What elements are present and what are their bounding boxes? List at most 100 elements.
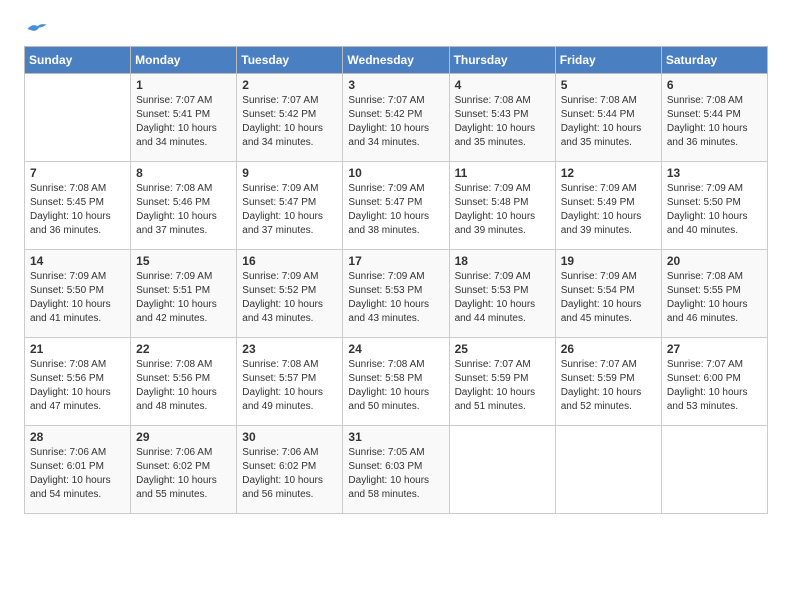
day-number: 23 — [242, 342, 337, 356]
day-sunset: Sunset: 5:54 PM — [561, 285, 635, 296]
day-daylight: Daylight: 10 hours and 42 minutes. — [136, 299, 217, 324]
calendar-day-cell: 6 Sunrise: 7:08 AM Sunset: 5:44 PM Dayli… — [661, 74, 767, 162]
day-sunset: Sunset: 5:43 PM — [455, 109, 529, 120]
day-number: 21 — [30, 342, 125, 356]
day-number: 15 — [136, 254, 231, 268]
day-sunrise: Sunrise: 7:07 AM — [242, 95, 318, 106]
day-number: 14 — [30, 254, 125, 268]
day-sunset: Sunset: 5:50 PM — [30, 285, 104, 296]
calendar-day-cell: 12 Sunrise: 7:09 AM Sunset: 5:49 PM Dayl… — [555, 162, 661, 250]
weekday-header-cell: Sunday — [25, 47, 131, 74]
calendar-day-cell — [661, 426, 767, 514]
day-sunset: Sunset: 5:44 PM — [561, 109, 635, 120]
day-number: 16 — [242, 254, 337, 268]
calendar-day-cell: 26 Sunrise: 7:07 AM Sunset: 5:59 PM Dayl… — [555, 338, 661, 426]
day-daylight: Daylight: 10 hours and 34 minutes. — [348, 123, 429, 148]
logo-bird-icon — [26, 20, 48, 38]
day-sunrise: Sunrise: 7:09 AM — [348, 183, 424, 194]
calendar-day-cell: 1 Sunrise: 7:07 AM Sunset: 5:41 PM Dayli… — [131, 74, 237, 162]
day-sunrise: Sunrise: 7:07 AM — [348, 95, 424, 106]
calendar-day-cell: 13 Sunrise: 7:09 AM Sunset: 5:50 PM Dayl… — [661, 162, 767, 250]
day-sunrise: Sunrise: 7:08 AM — [242, 359, 318, 370]
day-sunrise: Sunrise: 7:08 AM — [136, 183, 212, 194]
day-sunset: Sunset: 5:51 PM — [136, 285, 210, 296]
day-daylight: Daylight: 10 hours and 37 minutes. — [136, 211, 217, 236]
calendar-day-cell: 14 Sunrise: 7:09 AM Sunset: 5:50 PM Dayl… — [25, 250, 131, 338]
calendar-day-cell — [25, 74, 131, 162]
day-daylight: Daylight: 10 hours and 47 minutes. — [30, 387, 111, 412]
calendar-day-cell: 7 Sunrise: 7:08 AM Sunset: 5:45 PM Dayli… — [25, 162, 131, 250]
weekday-header-cell: Wednesday — [343, 47, 449, 74]
day-daylight: Daylight: 10 hours and 43 minutes. — [348, 299, 429, 324]
day-sunset: Sunset: 5:42 PM — [242, 109, 316, 120]
calendar-day-cell: 17 Sunrise: 7:09 AM Sunset: 5:53 PM Dayl… — [343, 250, 449, 338]
day-sunset: Sunset: 5:59 PM — [455, 373, 529, 384]
day-daylight: Daylight: 10 hours and 55 minutes. — [136, 475, 217, 500]
weekday-header-row: SundayMondayTuesdayWednesdayThursdayFrid… — [25, 47, 768, 74]
day-sunset: Sunset: 5:56 PM — [30, 373, 104, 384]
calendar-day-cell: 16 Sunrise: 7:09 AM Sunset: 5:52 PM Dayl… — [237, 250, 343, 338]
day-sunset: Sunset: 6:01 PM — [30, 461, 104, 472]
day-number: 27 — [667, 342, 762, 356]
calendar-week-row: 21 Sunrise: 7:08 AM Sunset: 5:56 PM Dayl… — [25, 338, 768, 426]
calendar-table: SundayMondayTuesdayWednesdayThursdayFrid… — [24, 46, 768, 514]
day-daylight: Daylight: 10 hours and 34 minutes. — [242, 123, 323, 148]
day-sunrise: Sunrise: 7:09 AM — [667, 183, 743, 194]
day-number: 17 — [348, 254, 443, 268]
day-number: 28 — [30, 430, 125, 444]
calendar-day-cell: 10 Sunrise: 7:09 AM Sunset: 5:47 PM Dayl… — [343, 162, 449, 250]
weekday-header-cell: Thursday — [449, 47, 555, 74]
day-sunset: Sunset: 5:44 PM — [667, 109, 741, 120]
day-number: 30 — [242, 430, 337, 444]
day-daylight: Daylight: 10 hours and 51 minutes. — [455, 387, 536, 412]
calendar-day-cell: 18 Sunrise: 7:09 AM Sunset: 5:53 PM Dayl… — [449, 250, 555, 338]
calendar-day-cell: 8 Sunrise: 7:08 AM Sunset: 5:46 PM Dayli… — [131, 162, 237, 250]
calendar-day-cell: 19 Sunrise: 7:09 AM Sunset: 5:54 PM Dayl… — [555, 250, 661, 338]
calendar-day-cell: 5 Sunrise: 7:08 AM Sunset: 5:44 PM Dayli… — [555, 74, 661, 162]
day-sunrise: Sunrise: 7:07 AM — [136, 95, 212, 106]
calendar-week-row: 7 Sunrise: 7:08 AM Sunset: 5:45 PM Dayli… — [25, 162, 768, 250]
day-daylight: Daylight: 10 hours and 34 minutes. — [136, 123, 217, 148]
day-sunset: Sunset: 5:41 PM — [136, 109, 210, 120]
calendar-day-cell: 21 Sunrise: 7:08 AM Sunset: 5:56 PM Dayl… — [25, 338, 131, 426]
day-number: 3 — [348, 78, 443, 92]
day-sunrise: Sunrise: 7:08 AM — [667, 95, 743, 106]
logo — [24, 20, 48, 34]
day-daylight: Daylight: 10 hours and 36 minutes. — [30, 211, 111, 236]
calendar-day-cell: 11 Sunrise: 7:09 AM Sunset: 5:48 PM Dayl… — [449, 162, 555, 250]
day-number: 6 — [667, 78, 762, 92]
day-daylight: Daylight: 10 hours and 56 minutes. — [242, 475, 323, 500]
day-daylight: Daylight: 10 hours and 48 minutes. — [136, 387, 217, 412]
day-number: 19 — [561, 254, 656, 268]
day-daylight: Daylight: 10 hours and 38 minutes. — [348, 211, 429, 236]
day-daylight: Daylight: 10 hours and 37 minutes. — [242, 211, 323, 236]
calendar-day-cell: 3 Sunrise: 7:07 AM Sunset: 5:42 PM Dayli… — [343, 74, 449, 162]
day-sunrise: Sunrise: 7:06 AM — [136, 447, 212, 458]
day-sunrise: Sunrise: 7:08 AM — [667, 271, 743, 282]
day-daylight: Daylight: 10 hours and 50 minutes. — [348, 387, 429, 412]
calendar-day-cell — [449, 426, 555, 514]
day-sunrise: Sunrise: 7:09 AM — [561, 183, 637, 194]
day-sunrise: Sunrise: 7:09 AM — [348, 271, 424, 282]
calendar-day-cell: 27 Sunrise: 7:07 AM Sunset: 6:00 PM Dayl… — [661, 338, 767, 426]
day-sunrise: Sunrise: 7:06 AM — [242, 447, 318, 458]
day-number: 12 — [561, 166, 656, 180]
day-daylight: Daylight: 10 hours and 54 minutes. — [30, 475, 111, 500]
day-number: 29 — [136, 430, 231, 444]
day-sunset: Sunset: 6:02 PM — [242, 461, 316, 472]
day-daylight: Daylight: 10 hours and 39 minutes. — [561, 211, 642, 236]
day-number: 9 — [242, 166, 337, 180]
calendar-week-row: 1 Sunrise: 7:07 AM Sunset: 5:41 PM Dayli… — [25, 74, 768, 162]
day-sunrise: Sunrise: 7:09 AM — [30, 271, 106, 282]
day-daylight: Daylight: 10 hours and 45 minutes. — [561, 299, 642, 324]
day-sunrise: Sunrise: 7:08 AM — [455, 95, 531, 106]
day-sunset: Sunset: 5:55 PM — [667, 285, 741, 296]
day-number: 8 — [136, 166, 231, 180]
calendar-day-cell: 29 Sunrise: 7:06 AM Sunset: 6:02 PM Dayl… — [131, 426, 237, 514]
day-sunset: Sunset: 5:45 PM — [30, 197, 104, 208]
day-sunrise: Sunrise: 7:08 AM — [561, 95, 637, 106]
day-sunset: Sunset: 6:02 PM — [136, 461, 210, 472]
day-sunrise: Sunrise: 7:07 AM — [455, 359, 531, 370]
weekday-header-cell: Monday — [131, 47, 237, 74]
day-number: 5 — [561, 78, 656, 92]
